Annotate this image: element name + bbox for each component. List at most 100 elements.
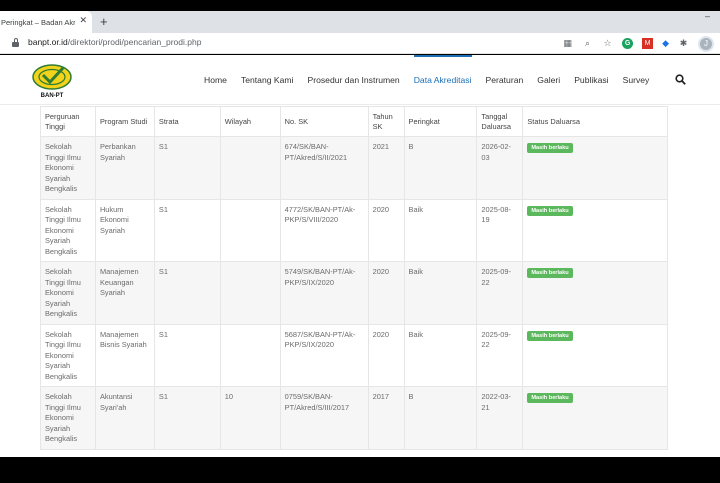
cell-strata: S1 xyxy=(154,386,221,450)
nav-publikasi[interactable]: Publikasi xyxy=(574,55,608,105)
cell-tanggal-daluarsa: 2025-08-19 xyxy=(476,199,524,262)
cell-program-studi: Akuntansi Syari'ah xyxy=(95,386,155,450)
lock-icon[interactable] xyxy=(12,38,19,47)
cell-wilayah xyxy=(220,261,281,325)
nav-peraturan[interactable]: Peraturan xyxy=(486,55,524,105)
diamond-extension-icon[interactable]: ◆ xyxy=(662,38,669,49)
close-icon[interactable]: ✕ xyxy=(79,15,87,26)
cell-program-studi: Hukum Ekonomi Syariah xyxy=(95,199,155,262)
cell-no-sk: 674/SK/BAN-PT/Akred/S/II/2021 xyxy=(280,136,369,200)
header-status-daluarsa[interactable]: Status Daluarsa xyxy=(522,106,668,137)
cell-strata: S1 xyxy=(154,136,221,200)
status-badge: Masih berlaku xyxy=(527,330,573,341)
site-navbar: BAN-PT Home Tentang Kami Prosedur dan In… xyxy=(0,55,720,105)
table-row: Sekolah Tinggi Ilmu Ekonomi Syariah Beng… xyxy=(40,386,668,450)
header-tahun-sk[interactable]: Tahun SK xyxy=(368,106,405,137)
cell-perguruan-tinggi: Sekolah Tinggi Ilmu Ekonomi Syariah Beng… xyxy=(40,324,96,387)
puzzle-icon[interactable]: ✱ xyxy=(678,38,689,49)
nav-survey[interactable]: Survey xyxy=(623,55,650,105)
status-badge: Masih berlaku xyxy=(527,205,573,216)
header-strata[interactable]: Strata xyxy=(154,106,221,137)
nav-prosedur[interactable]: Prosedur dan Instrumen xyxy=(308,55,400,105)
grammarly-extension-icon[interactable]: G xyxy=(622,38,634,49)
cell-status-daluarsa: Masih berlaku xyxy=(522,199,668,262)
nav-tentang-kami[interactable]: Tentang Kami xyxy=(241,55,294,105)
cell-peringkat: Baik xyxy=(404,199,478,262)
cell-status-daluarsa: Masih berlaku xyxy=(522,324,668,387)
status-badge: Masih berlaku xyxy=(527,143,573,153)
cell-tanggal-daluarsa: 2022-03-21 xyxy=(476,386,524,450)
cell-wilayah xyxy=(220,199,281,262)
top-letterbox xyxy=(0,0,720,11)
table-header-row: Perguruan Tinggi Program Studi Strata Wi… xyxy=(40,106,668,137)
cell-wilayah xyxy=(220,324,281,387)
cell-status-daluarsa: Masih berlaku xyxy=(522,136,668,200)
star-icon[interactable]: ☆ xyxy=(602,38,613,49)
cell-perguruan-tinggi: Sekolah Tinggi Ilmu Ekonomi Syariah Beng… xyxy=(40,386,96,450)
header-no-sk[interactable]: No. SK xyxy=(280,106,369,137)
cell-peringkat: Baik xyxy=(404,324,478,387)
table-row: Sekolah Tinggi Ilmu Ekonomi Syariah Beng… xyxy=(40,261,668,325)
url-text[interactable]: banpt.or.id/direktori/prodi/pencarian_pr… xyxy=(28,37,201,47)
status-badge: Masih berlaku xyxy=(527,393,573,403)
nav-home[interactable]: Home xyxy=(204,55,227,105)
cell-program-studi: Manajemen Bisnis Syariah xyxy=(95,324,155,387)
cell-strata: S1 xyxy=(154,261,221,325)
screen: Peringkat – Badan Akre ✕ + – banpt.or.id… xyxy=(0,0,720,483)
table-row: Sekolah Tinggi Ilmu Ekonomi Syariah Beng… xyxy=(40,136,668,200)
cell-tahun-sk: 2021 xyxy=(368,136,405,200)
cell-tahun-sk: 2020 xyxy=(368,199,405,262)
cell-strata: S1 xyxy=(154,324,221,387)
browser-tabstrip: Peringkat – Badan Akre ✕ + – xyxy=(0,11,720,33)
url-path: /direktori/prodi/pencarian_prodi.php xyxy=(67,37,202,47)
cell-perguruan-tinggi: Sekolah Tinggi Ilmu Ekonomi Syariah Beng… xyxy=(40,199,96,262)
url-host: banpt.or.id xyxy=(28,37,68,47)
accreditation-table: Perguruan Tinggi Program Studi Strata Wi… xyxy=(40,106,668,450)
table-row: Sekolah Tinggi Ilmu Ekonomi Syariah Beng… xyxy=(40,324,668,387)
header-tanggal-daluarsa[interactable]: Tanggal Daluarsa xyxy=(476,106,524,137)
minimize-button[interactable]: – xyxy=(705,11,710,21)
cell-no-sk: 0759/SK/BAN-PT/Akred/S/III/2017 xyxy=(280,386,369,450)
cell-program-studi: Perbankan Syariah xyxy=(95,136,155,200)
address-bar-icons: ▦ ⌕ ☆ G M ◆ ✱ J xyxy=(562,35,714,52)
web-page: BAN-PT Home Tentang Kami Prosedur dan In… xyxy=(0,55,720,457)
cell-perguruan-tinggi: Sekolah Tinggi Ilmu Ekonomi Syariah Beng… xyxy=(40,261,96,325)
status-badge: Masih berlaku xyxy=(527,268,573,278)
ban-pt-logo[interactable]: BAN-PT xyxy=(31,60,73,100)
cell-no-sk: 5687/SK/BAN-PT/Ak-PKP/S/IX/2020 xyxy=(280,324,369,387)
cell-peringkat: B xyxy=(404,136,478,200)
header-wilayah[interactable]: Wilayah xyxy=(220,106,281,137)
cell-tahun-sk: 2020 xyxy=(368,261,405,325)
nav-menu: Home Tentang Kami Prosedur dan Instrumen… xyxy=(204,55,663,105)
mail-extension-icon[interactable]: M xyxy=(642,38,654,49)
header-peringkat[interactable]: Peringkat xyxy=(404,106,478,137)
cell-peringkat: Baik xyxy=(404,261,478,325)
nav-data-akreditasi[interactable]: Data Akreditasi xyxy=(413,55,472,105)
cell-no-sk: 4772/SK/BAN-PT/Ak-PKP/S/VIII/2020 xyxy=(280,199,369,262)
logo-text: BAN-PT xyxy=(41,93,64,99)
header-perguruan-tinggi[interactable]: Perguruan Tinggi xyxy=(40,106,96,137)
browser-tab[interactable]: Peringkat – Badan Akre ✕ xyxy=(0,11,92,33)
nav-galeri[interactable]: Galeri xyxy=(537,55,560,105)
cell-wilayah xyxy=(220,136,281,200)
cell-peringkat: B xyxy=(404,386,478,450)
cell-status-daluarsa: Masih berlaku xyxy=(522,386,668,450)
cell-program-studi: Manajemen Keuangan Syariah xyxy=(95,261,155,325)
cell-tanggal-daluarsa: 2026-02-03 xyxy=(476,136,524,200)
cell-tanggal-daluarsa: 2025-09-22 xyxy=(476,324,524,387)
header-program-studi[interactable]: Program Studi xyxy=(95,106,155,137)
bottom-letterbox xyxy=(0,457,720,483)
translate-icon[interactable]: ▦ xyxy=(562,38,573,49)
cell-tanggal-daluarsa: 2025-09-22 xyxy=(476,261,524,325)
tab-title: Peringkat – Badan Akre xyxy=(1,17,75,27)
zoom-icon[interactable]: ⌕ xyxy=(582,38,593,49)
cell-tahun-sk: 2020 xyxy=(368,324,405,387)
search-icon[interactable] xyxy=(675,74,686,85)
cell-no-sk: 5749/SK/BAN-PT/Ak-PKP/S/IX/2020 xyxy=(280,261,369,325)
address-bar[interactable]: banpt.or.id/direktori/prodi/pencarian_pr… xyxy=(0,33,720,54)
table-row: Sekolah Tinggi Ilmu Ekonomi Syariah Beng… xyxy=(40,199,668,262)
new-tab-button[interactable]: + xyxy=(100,14,108,29)
profile-avatar[interactable]: J xyxy=(698,35,714,52)
cell-wilayah: 10 xyxy=(220,386,281,450)
cell-perguruan-tinggi: Sekolah Tinggi Ilmu Ekonomi Syariah Beng… xyxy=(40,136,96,200)
